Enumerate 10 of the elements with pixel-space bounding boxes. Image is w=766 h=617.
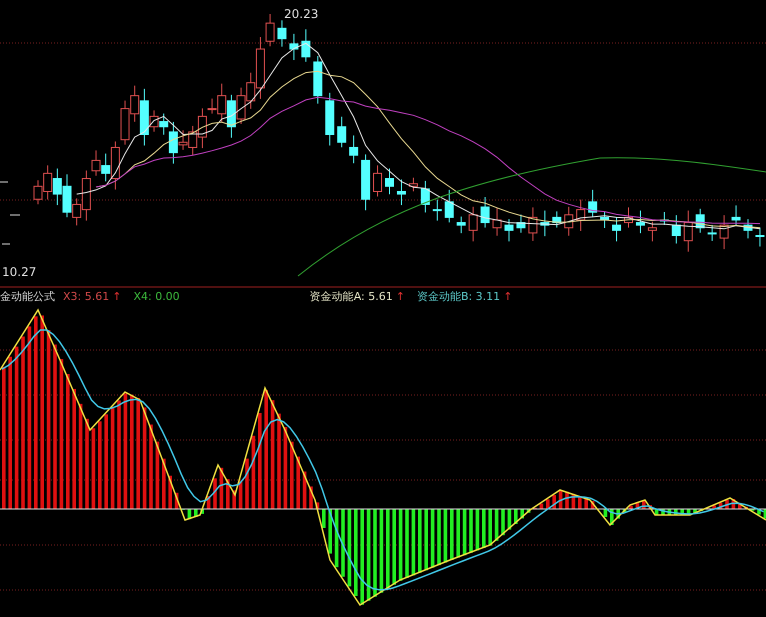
indicator-value: X4: 0.00 bbox=[133, 290, 180, 302]
up-arrow-icon: ↑ bbox=[112, 290, 122, 302]
up-arrow-icon: ↑ bbox=[396, 290, 405, 302]
indicator-value: 资金动能A: 5.61 bbox=[310, 288, 393, 304]
indicator-value: X3: 5.61 bbox=[63, 290, 110, 302]
indicator-title: 金动能公式 bbox=[0, 288, 55, 304]
indicator-value: 资金动能B: 3.11 bbox=[416, 288, 500, 304]
low-price-label: 10.27 bbox=[2, 265, 36, 279]
up-arrow-icon: ↑ bbox=[503, 290, 512, 302]
high-price-label: 20.23 bbox=[284, 7, 318, 21]
